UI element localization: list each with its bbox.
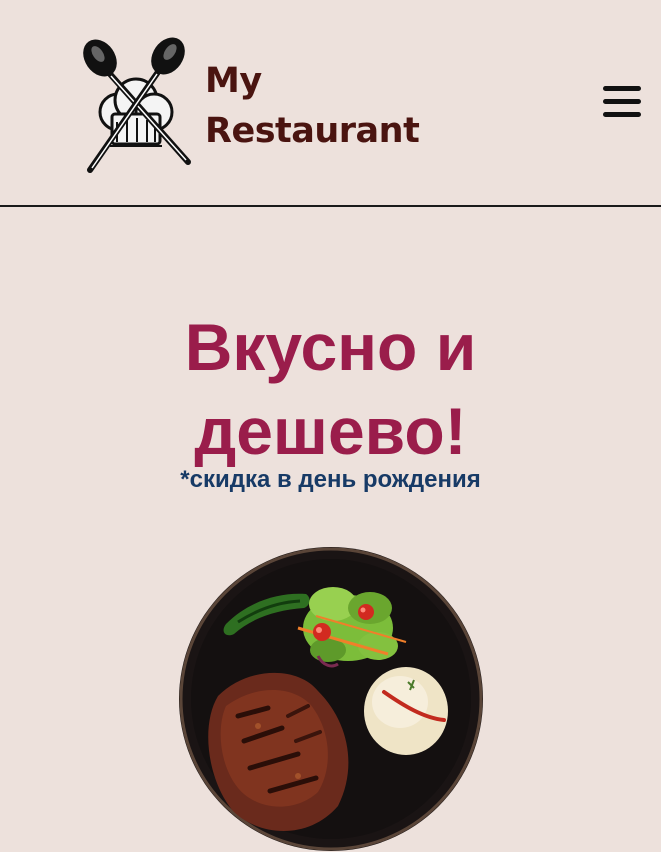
dish-image: [179, 547, 483, 851]
hero-title-line-2: дешево!: [194, 394, 467, 468]
crossed-spoons-chef-hat-icon: [83, 37, 191, 173]
brand-line-1: My: [205, 61, 262, 101]
hero-subtitle: *скидка в день рождения: [180, 466, 481, 493]
hero-title: Вкусно и дешево!: [0, 305, 661, 473]
brand-name: My Restaurant: [205, 56, 420, 156]
hamburger-menu-icon[interactable]: [603, 86, 641, 120]
brand-line-2: Restaurant: [205, 111, 420, 151]
logo-link[interactable]: My Restaurant: [80, 34, 430, 174]
site-header: My Restaurant: [0, 0, 661, 207]
hero-title-line-1: Вкусно и: [184, 310, 477, 384]
